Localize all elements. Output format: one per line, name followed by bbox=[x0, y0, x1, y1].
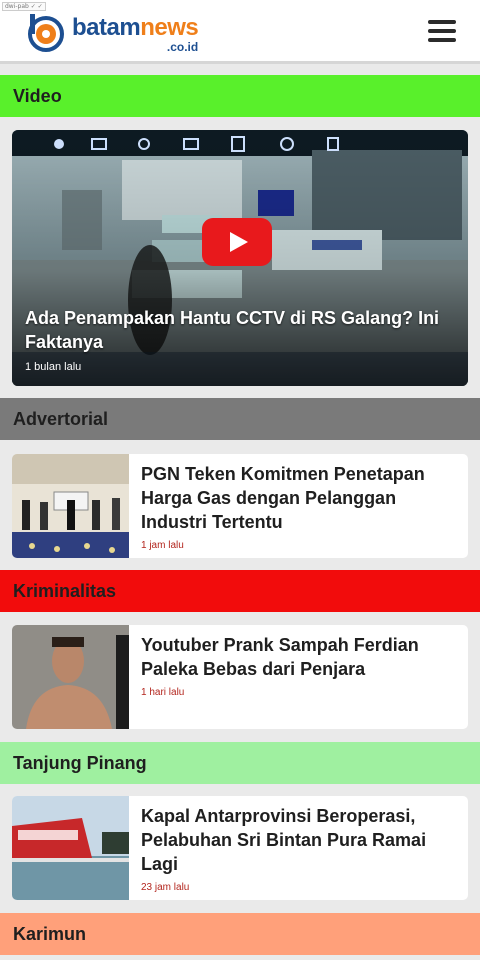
logo-domain: .co.id bbox=[166, 40, 199, 54]
category-label: Karimun bbox=[13, 923, 87, 944]
site-logo[interactable]: batamnews .co.id bbox=[26, 10, 199, 54]
category-label: Video bbox=[13, 85, 62, 106]
article-title[interactable]: Youtuber Prank Sampah Ferdian Paleka Beb… bbox=[141, 633, 459, 681]
article-timestamp: 23 jam lalu bbox=[141, 882, 190, 893]
category-header-video[interactable]: Video bbox=[0, 75, 480, 117]
video-title[interactable]: Ada Penampakan Hantu CCTV di RS Galang? … bbox=[25, 306, 461, 354]
logo-word-news: news bbox=[140, 14, 199, 41]
category-label: Advertorial bbox=[13, 408, 109, 429]
category-header-kriminalitas[interactable]: Kriminalitas bbox=[0, 570, 480, 612]
logo-icon bbox=[26, 12, 66, 52]
video-timestamp: 1 bulan lalu bbox=[25, 361, 82, 373]
category-header-advertorial[interactable]: Advertorial bbox=[0, 398, 480, 440]
article-timestamp: 1 hari lalu bbox=[141, 687, 185, 698]
news-card[interactable]: Kapal Antarprovinsi Beroperasi, Pelabuha… bbox=[12, 796, 468, 900]
article-thumbnail bbox=[12, 796, 129, 900]
logo-word-batam: batam bbox=[72, 14, 141, 41]
category-label: Kriminalitas bbox=[13, 580, 117, 601]
category-header-karimun[interactable]: Karimun bbox=[0, 913, 480, 955]
hamburger-menu-icon[interactable] bbox=[428, 20, 456, 42]
category-header-tanjung-pinang[interactable]: Tanjung Pinang bbox=[0, 742, 480, 784]
featured-video-card[interactable]: Ada Penampakan Hantu CCTV di RS Galang? … bbox=[12, 130, 468, 386]
article-title[interactable]: PGN Teken Komitmen Penetapan Harga Gas d… bbox=[141, 462, 459, 534]
news-card[interactable]: Youtuber Prank Sampah Ferdian Paleka Beb… bbox=[12, 625, 468, 729]
article-title[interactable]: Kapal Antarprovinsi Beroperasi, Pelabuha… bbox=[141, 804, 459, 876]
article-timestamp: 1 jam lalu bbox=[141, 540, 184, 551]
article-thumbnail bbox=[12, 454, 129, 558]
article-thumbnail bbox=[12, 625, 129, 729]
site-header: dwi-pab ✓ ✓ batamnews .co.id bbox=[0, 0, 480, 64]
category-label: Tanjung Pinang bbox=[13, 752, 147, 773]
news-card[interactable]: PGN Teken Komitmen Penetapan Harga Gas d… bbox=[12, 454, 468, 558]
play-icon[interactable] bbox=[202, 218, 272, 266]
